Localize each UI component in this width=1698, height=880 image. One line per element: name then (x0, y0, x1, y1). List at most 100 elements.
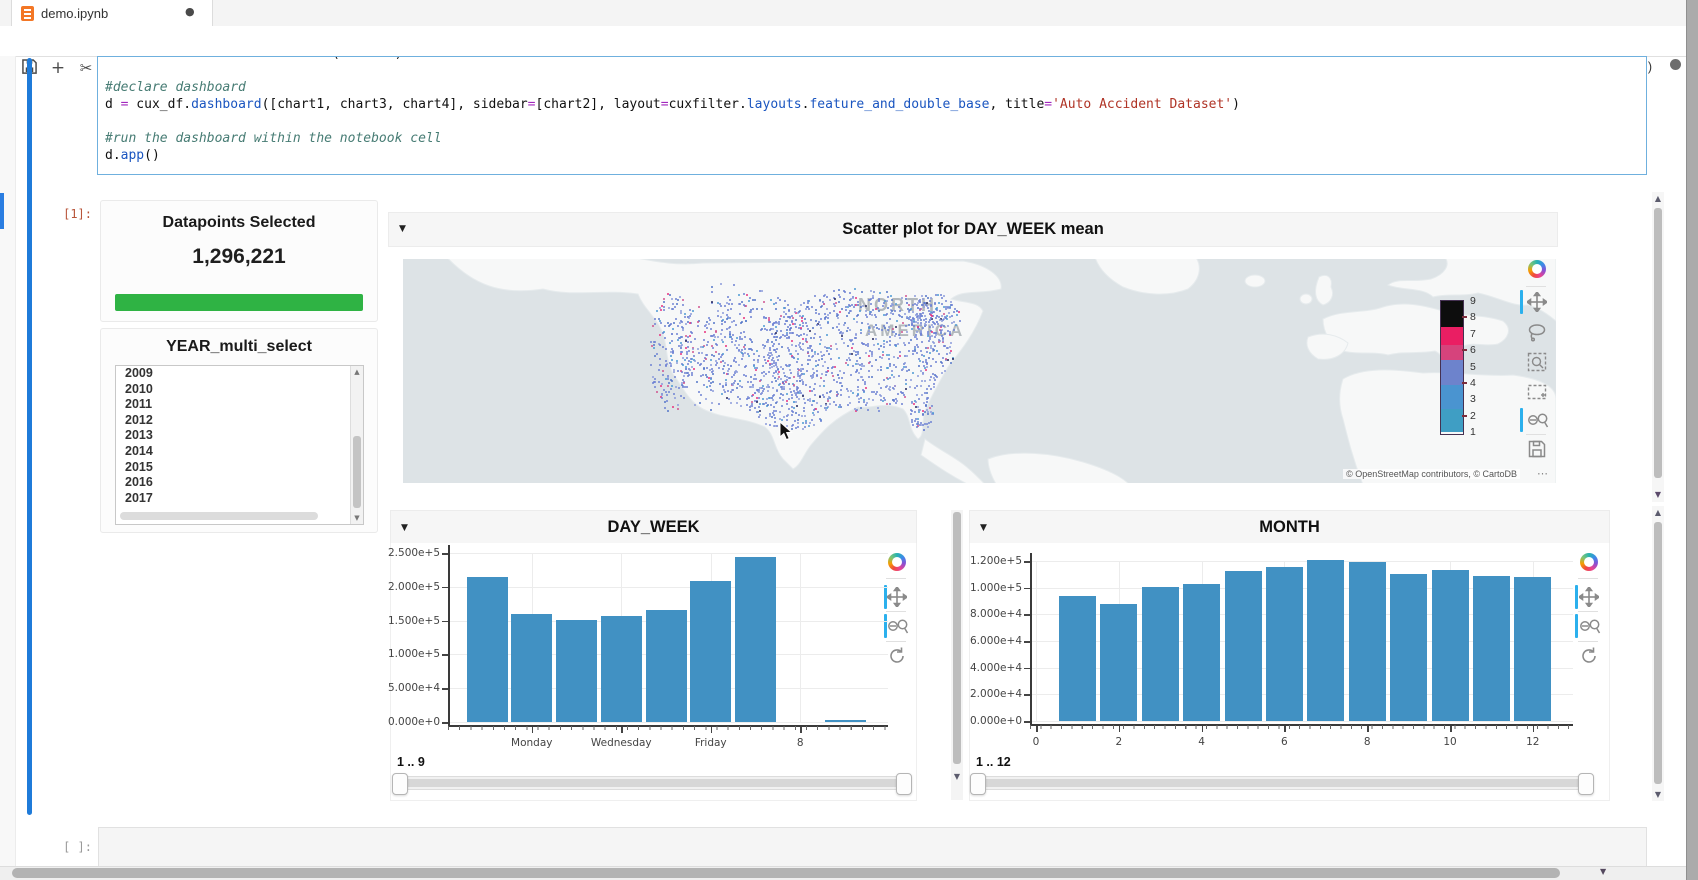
x-tick-label: 2 (1074, 736, 1164, 748)
attribution-more: ⋯ (1537, 467, 1548, 480)
month-range-slider[interactable] (971, 776, 1594, 790)
pan-tool-icon[interactable] (1527, 292, 1549, 312)
scroll-up-icon[interactable]: ▲ (351, 368, 363, 376)
datapoints-title: Datapoints Selected (101, 214, 377, 232)
scroll-up-icon[interactable]: ▲ (1652, 508, 1664, 517)
year-list-scrollbar[interactable]: ▲ ▼ (350, 366, 363, 524)
legend-tick (1462, 415, 1467, 417)
scroll-down-icon[interactable]: ▼ (351, 514, 363, 522)
active-tool-indicator (1575, 614, 1578, 638)
tab-demo-ipynb[interactable]: demo.ipynb ● (11, 0, 213, 26)
scroll-up-icon[interactable]: ▲ (1652, 194, 1664, 203)
year-option-2016[interactable]: 2016 (116, 475, 363, 491)
code-editor[interactable]: chart4 = cuxfilter.charts.bar('MONTH') #… (105, 56, 1240, 164)
reset-tool-icon[interactable] (1579, 646, 1601, 666)
panel-divider-scrollbar[interactable]: ▼ (951, 510, 963, 800)
slider-handle-right[interactable] (896, 773, 912, 795)
year-option-2009[interactable]: 2009 (116, 366, 363, 382)
add-cell-icon[interactable]: + (48, 59, 68, 77)
scrollbar-thumb[interactable] (12, 868, 1560, 878)
scrollbar-thumb[interactable] (1654, 208, 1662, 478)
year-option-2014[interactable]: 2014 (116, 444, 363, 460)
y-axis (448, 545, 450, 726)
year-option-2015[interactable]: 2015 (116, 460, 363, 476)
pan-tool-icon[interactable] (887, 587, 909, 607)
scroll-down-icon[interactable]: ▼ (951, 772, 963, 781)
y-tick-label: 4.000e+4 (964, 662, 1022, 674)
year-select-title: YEAR_multi_select (101, 338, 377, 356)
active-cell-indicator[interactable] (27, 58, 32, 815)
y-tick-label: 1.000e+5 (382, 648, 440, 660)
reset-tool-icon[interactable] (887, 646, 909, 666)
legend-tick-label: 5 (1470, 361, 1490, 373)
x-tick-label: Wednesday (576, 737, 666, 749)
save-plot-tool-icon[interactable] (1528, 440, 1550, 460)
bar-day_week-1 (467, 577, 508, 722)
legend-segment (1441, 327, 1463, 345)
year-option-2013[interactable]: 2013 (116, 428, 363, 444)
browser-scrollbar[interactable] (1686, 0, 1698, 880)
bokeh-logo-icon[interactable] (888, 553, 906, 571)
legend-tick-label: 9 (1470, 295, 1490, 307)
inspect-tool-icon[interactable] (1527, 410, 1549, 430)
month-title: MONTH (970, 518, 1609, 537)
lasso-select-tool-icon[interactable] (1527, 322, 1549, 342)
toolbar-separator (886, 641, 906, 642)
day-week-title: DAY_WEEK (391, 518, 916, 537)
scrollbar-thumb[interactable] (953, 512, 961, 764)
year-option-2010[interactable]: 2010 (116, 382, 363, 398)
slider-handle-left[interactable] (970, 773, 986, 795)
bokeh-logo-icon[interactable] (1580, 553, 1598, 571)
cut-icon[interactable]: ✂ (76, 59, 96, 77)
slider-handle-right[interactable] (1578, 773, 1594, 795)
scrollbar-thumb[interactable] (1654, 522, 1662, 784)
bar-day_week-7 (735, 557, 776, 722)
legend-tick (1462, 349, 1467, 351)
legend-segment (1441, 301, 1463, 327)
bar-month-10 (1432, 570, 1469, 721)
x-tick-label: Monday (487, 737, 577, 749)
year-option-2011[interactable]: 2011 (116, 397, 363, 413)
legend-tick-label: 6 (1470, 344, 1490, 356)
code-cell[interactable]: chart4 = cuxfilter.charts.bar('MONTH') #… (97, 56, 1647, 175)
x-tick-label: 8 (755, 737, 845, 749)
x-tick-label: 6 (1239, 736, 1329, 748)
x-minor-ticks (448, 726, 888, 730)
bar-month-3 (1142, 587, 1179, 721)
day-week-range-slider[interactable] (393, 776, 912, 790)
y-tick-label: 5.000e+4 (382, 682, 440, 694)
year-option-2017[interactable]: 2017 (116, 491, 363, 507)
box-select-tool-icon[interactable] (1527, 382, 1549, 402)
output-scrollbar-lower[interactable]: ▲ ▼ (1652, 506, 1664, 801)
code-line (105, 62, 1240, 79)
map-panel-title: Scatter plot for DAY_WEEK mean (389, 220, 1557, 239)
legend-segment (1441, 345, 1463, 360)
bokeh-logo-icon[interactable] (1528, 260, 1546, 278)
bar-day_week-3 (556, 620, 597, 722)
empty-code-cell[interactable] (98, 827, 1647, 870)
inspect-tool-icon[interactable] (1579, 616, 1601, 636)
scroll-down-icon[interactable]: ▼ (1652, 490, 1664, 499)
month-range-label: 1 .. 12 (976, 755, 1011, 769)
box-zoom-tool-icon[interactable] (1527, 352, 1549, 372)
slider-handle-left[interactable] (392, 773, 408, 795)
legend-segment (1441, 385, 1463, 409)
year-option-2012[interactable]: 2012 (116, 413, 363, 429)
active-tool-indicator (1520, 408, 1523, 432)
toolbar-separator (886, 611, 906, 612)
x-tick-label: 12 (1488, 736, 1578, 748)
x-minor-ticks (1030, 725, 1573, 729)
x-tick-label: 0 (991, 736, 1081, 748)
bar-month-4 (1183, 584, 1220, 721)
inspect-tool-icon[interactable] (887, 616, 909, 636)
legend-tick (1462, 382, 1467, 384)
pan-tool-icon[interactable] (1579, 587, 1601, 607)
output-scrollbar-upper[interactable]: ▲ ▼ (1652, 192, 1664, 502)
map-chart[interactable]: NORTH AMERICA 987654321 © OpenStreetMap … (403, 259, 1556, 483)
scrollbar-thumb[interactable] (353, 436, 361, 508)
gridline (1030, 561, 1573, 562)
year-list-hscrollbar[interactable] (120, 512, 318, 520)
year-multiselect-list[interactable]: 200920102011201220132014201520162017 ▲ ▼ (115, 365, 364, 525)
bar-month-8 (1349, 562, 1386, 721)
scroll-down-icon[interactable]: ▼ (1652, 790, 1664, 799)
